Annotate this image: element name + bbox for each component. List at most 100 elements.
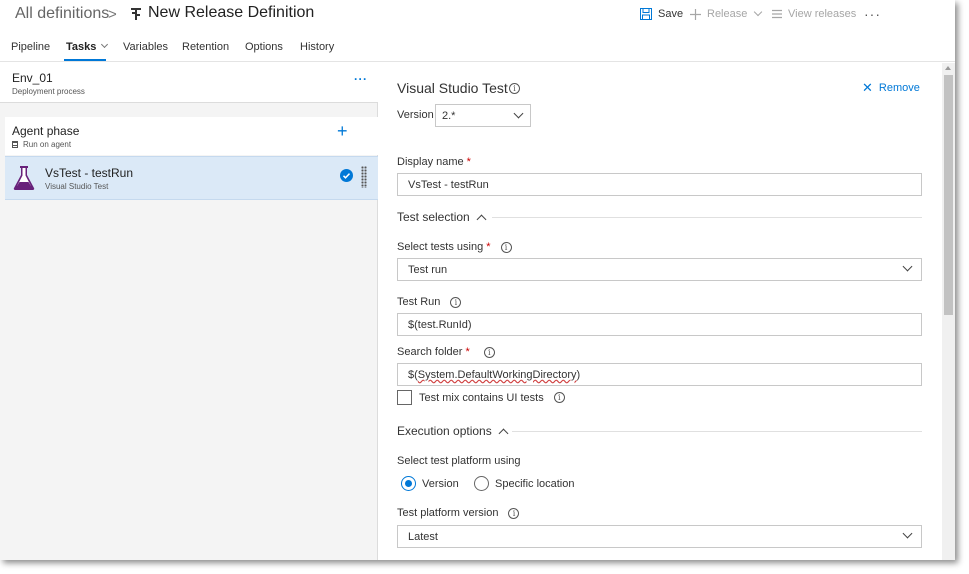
agent-phase[interactable]: Agent phase Run on agent + xyxy=(5,117,378,155)
scrollbar-thumb[interactable] xyxy=(944,75,953,315)
task-details-panel: Visual Studio Test i ✕ Remove Version 2.… xyxy=(379,63,942,560)
breadcrumb-separator: > xyxy=(108,6,117,23)
tab-tasks[interactable]: Tasks xyxy=(66,40,109,53)
environment-more-button[interactable]: ··· xyxy=(354,72,368,86)
task-item-vstest[interactable]: VsTest - testRun Visual Studio Test xyxy=(5,156,378,200)
search-folder-value-variable: System.DefaultWorkingDirectory xyxy=(417,369,577,381)
phase-name: Agent phase xyxy=(12,124,80,138)
display-name-input[interactable]: VsTest - testRun xyxy=(397,173,922,196)
select-tests-using-label-text: Select tests using xyxy=(397,241,484,253)
release-editor-window: All definitions > New Release Definition… xyxy=(0,0,955,560)
task-subtitle: Visual Studio Test xyxy=(45,182,109,191)
release-label: Release xyxy=(707,8,748,20)
chevron-up-icon xyxy=(476,214,487,224)
version-label: Version xyxy=(397,109,434,121)
save-label: Save xyxy=(658,8,684,20)
tab-options[interactable]: Options xyxy=(245,41,283,53)
save-button[interactable]: Save xyxy=(640,8,683,20)
active-tab-indicator xyxy=(64,59,106,61)
phase-subtitle: Run on agent xyxy=(12,140,71,149)
search-folder-value-prefix: $( xyxy=(408,369,418,381)
drag-handle-icon[interactable] xyxy=(361,166,367,188)
more-actions-button[interactable]: ··· xyxy=(864,6,881,22)
ui-tests-checkbox[interactable] xyxy=(397,390,412,405)
platform-version-label-text: Test platform version xyxy=(397,507,499,519)
radio-version-button[interactable] xyxy=(401,476,416,491)
version-select[interactable]: 2.* xyxy=(435,104,531,127)
tab-bar: Pipeline Tasks Variables Retention Optio… xyxy=(0,34,955,62)
version-value: 2.* xyxy=(442,110,456,122)
page-title: New Release Definition xyxy=(148,4,315,21)
chevron-down-icon xyxy=(101,40,109,49)
test-selection-section-toggle[interactable]: Test selection xyxy=(397,210,487,224)
phase-subtitle-text: Run on agent xyxy=(23,140,72,149)
test-run-label-text: Test Run xyxy=(397,296,441,308)
info-icon[interactable]: i xyxy=(450,296,462,308)
platform-version-dropdown[interactable]: Latest xyxy=(397,525,922,548)
tab-history[interactable]: History xyxy=(300,41,334,53)
display-name-label-text: Display name xyxy=(397,156,464,168)
info-icon[interactable]: i xyxy=(483,346,495,358)
scroll-up-arrow-icon[interactable] xyxy=(945,66,951,70)
execution-options-section-toggle[interactable]: Execution options xyxy=(397,424,509,438)
required-marker: * xyxy=(466,156,471,168)
tab-retention[interactable]: Retention xyxy=(182,41,229,53)
add-task-button[interactable]: + xyxy=(337,121,348,142)
tab-variables[interactable]: Variables xyxy=(123,41,168,53)
ui-tests-checkbox-label: Test mix contains UI tests xyxy=(419,391,544,404)
execution-options-heading: Execution options xyxy=(397,424,492,438)
radio-specific-location[interactable]: Specific location xyxy=(474,476,575,491)
test-run-label: Test Run i xyxy=(397,296,462,308)
radio-version-label: Version xyxy=(422,477,459,490)
chevron-down-icon xyxy=(902,528,913,539)
environment-header[interactable]: Env_01 Deployment process ··· xyxy=(0,63,378,103)
info-icon[interactable]: i xyxy=(508,507,520,519)
remove-label: Remove xyxy=(878,82,920,94)
test-run-value: $(test.RunId) xyxy=(408,319,472,331)
info-icon[interactable]: i xyxy=(553,392,565,403)
task-details-title: Visual Studio Test xyxy=(397,80,508,96)
remove-button[interactable]: ✕ Remove xyxy=(862,80,920,96)
platform-version-value: Latest xyxy=(408,531,438,543)
chevron-down-icon xyxy=(513,108,524,119)
environment-subtitle: Deployment process xyxy=(12,87,85,96)
close-icon: ✕ xyxy=(862,80,873,95)
test-run-input[interactable]: $(test.RunId) xyxy=(397,313,922,336)
search-folder-label-text: Search folder xyxy=(397,346,463,358)
scrollbar[interactable] xyxy=(942,63,955,560)
breadcrumb-all-definitions[interactable]: All definitions xyxy=(15,5,109,23)
chevron-down-icon xyxy=(902,261,913,272)
flask-icon xyxy=(13,166,35,190)
select-tests-using-dropdown[interactable]: Test run xyxy=(397,258,922,281)
radio-version[interactable]: Version xyxy=(401,476,459,491)
search-folder-input[interactable]: $(System.DefaultWorkingDirectory) xyxy=(397,363,922,386)
tab-tasks-label: Tasks xyxy=(66,41,97,53)
select-tests-using-value: Test run xyxy=(408,264,448,276)
release-definition-icon xyxy=(131,8,141,20)
platform-version-label: Test platform version i xyxy=(397,507,520,519)
info-icon[interactable]: i xyxy=(509,83,520,94)
environment-name: Env_01 xyxy=(12,71,53,85)
display-name-value: VsTest - testRun xyxy=(408,179,489,191)
ui-tests-checkbox-row: Test mix contains UI tests i xyxy=(397,390,565,405)
radio-specific-location-label: Specific location xyxy=(495,477,575,490)
tab-pipeline[interactable]: Pipeline xyxy=(11,41,50,53)
release-button[interactable]: Release xyxy=(690,7,763,20)
checkmark-circle-icon[interactable] xyxy=(340,169,353,182)
save-icon xyxy=(640,8,652,20)
server-icon xyxy=(12,141,18,148)
view-releases-button[interactable]: View releases xyxy=(772,8,856,20)
process-panel: Env_01 Deployment process ··· Agent phas… xyxy=(0,63,378,560)
required-marker: * xyxy=(486,241,491,253)
radio-specific-location-button[interactable] xyxy=(474,476,489,491)
info-icon[interactable]: i xyxy=(500,241,512,253)
search-folder-value-suffix: ) xyxy=(576,369,581,381)
task-name: VsTest - testRun xyxy=(45,166,134,180)
search-folder-label: Search folder * i xyxy=(397,346,495,358)
display-name-label: Display name * xyxy=(397,156,471,168)
list-icon xyxy=(772,9,782,19)
chevron-down-icon xyxy=(754,7,763,17)
view-releases-label: View releases xyxy=(788,8,857,20)
chevron-up-icon xyxy=(498,428,509,438)
plus-icon xyxy=(690,8,701,20)
